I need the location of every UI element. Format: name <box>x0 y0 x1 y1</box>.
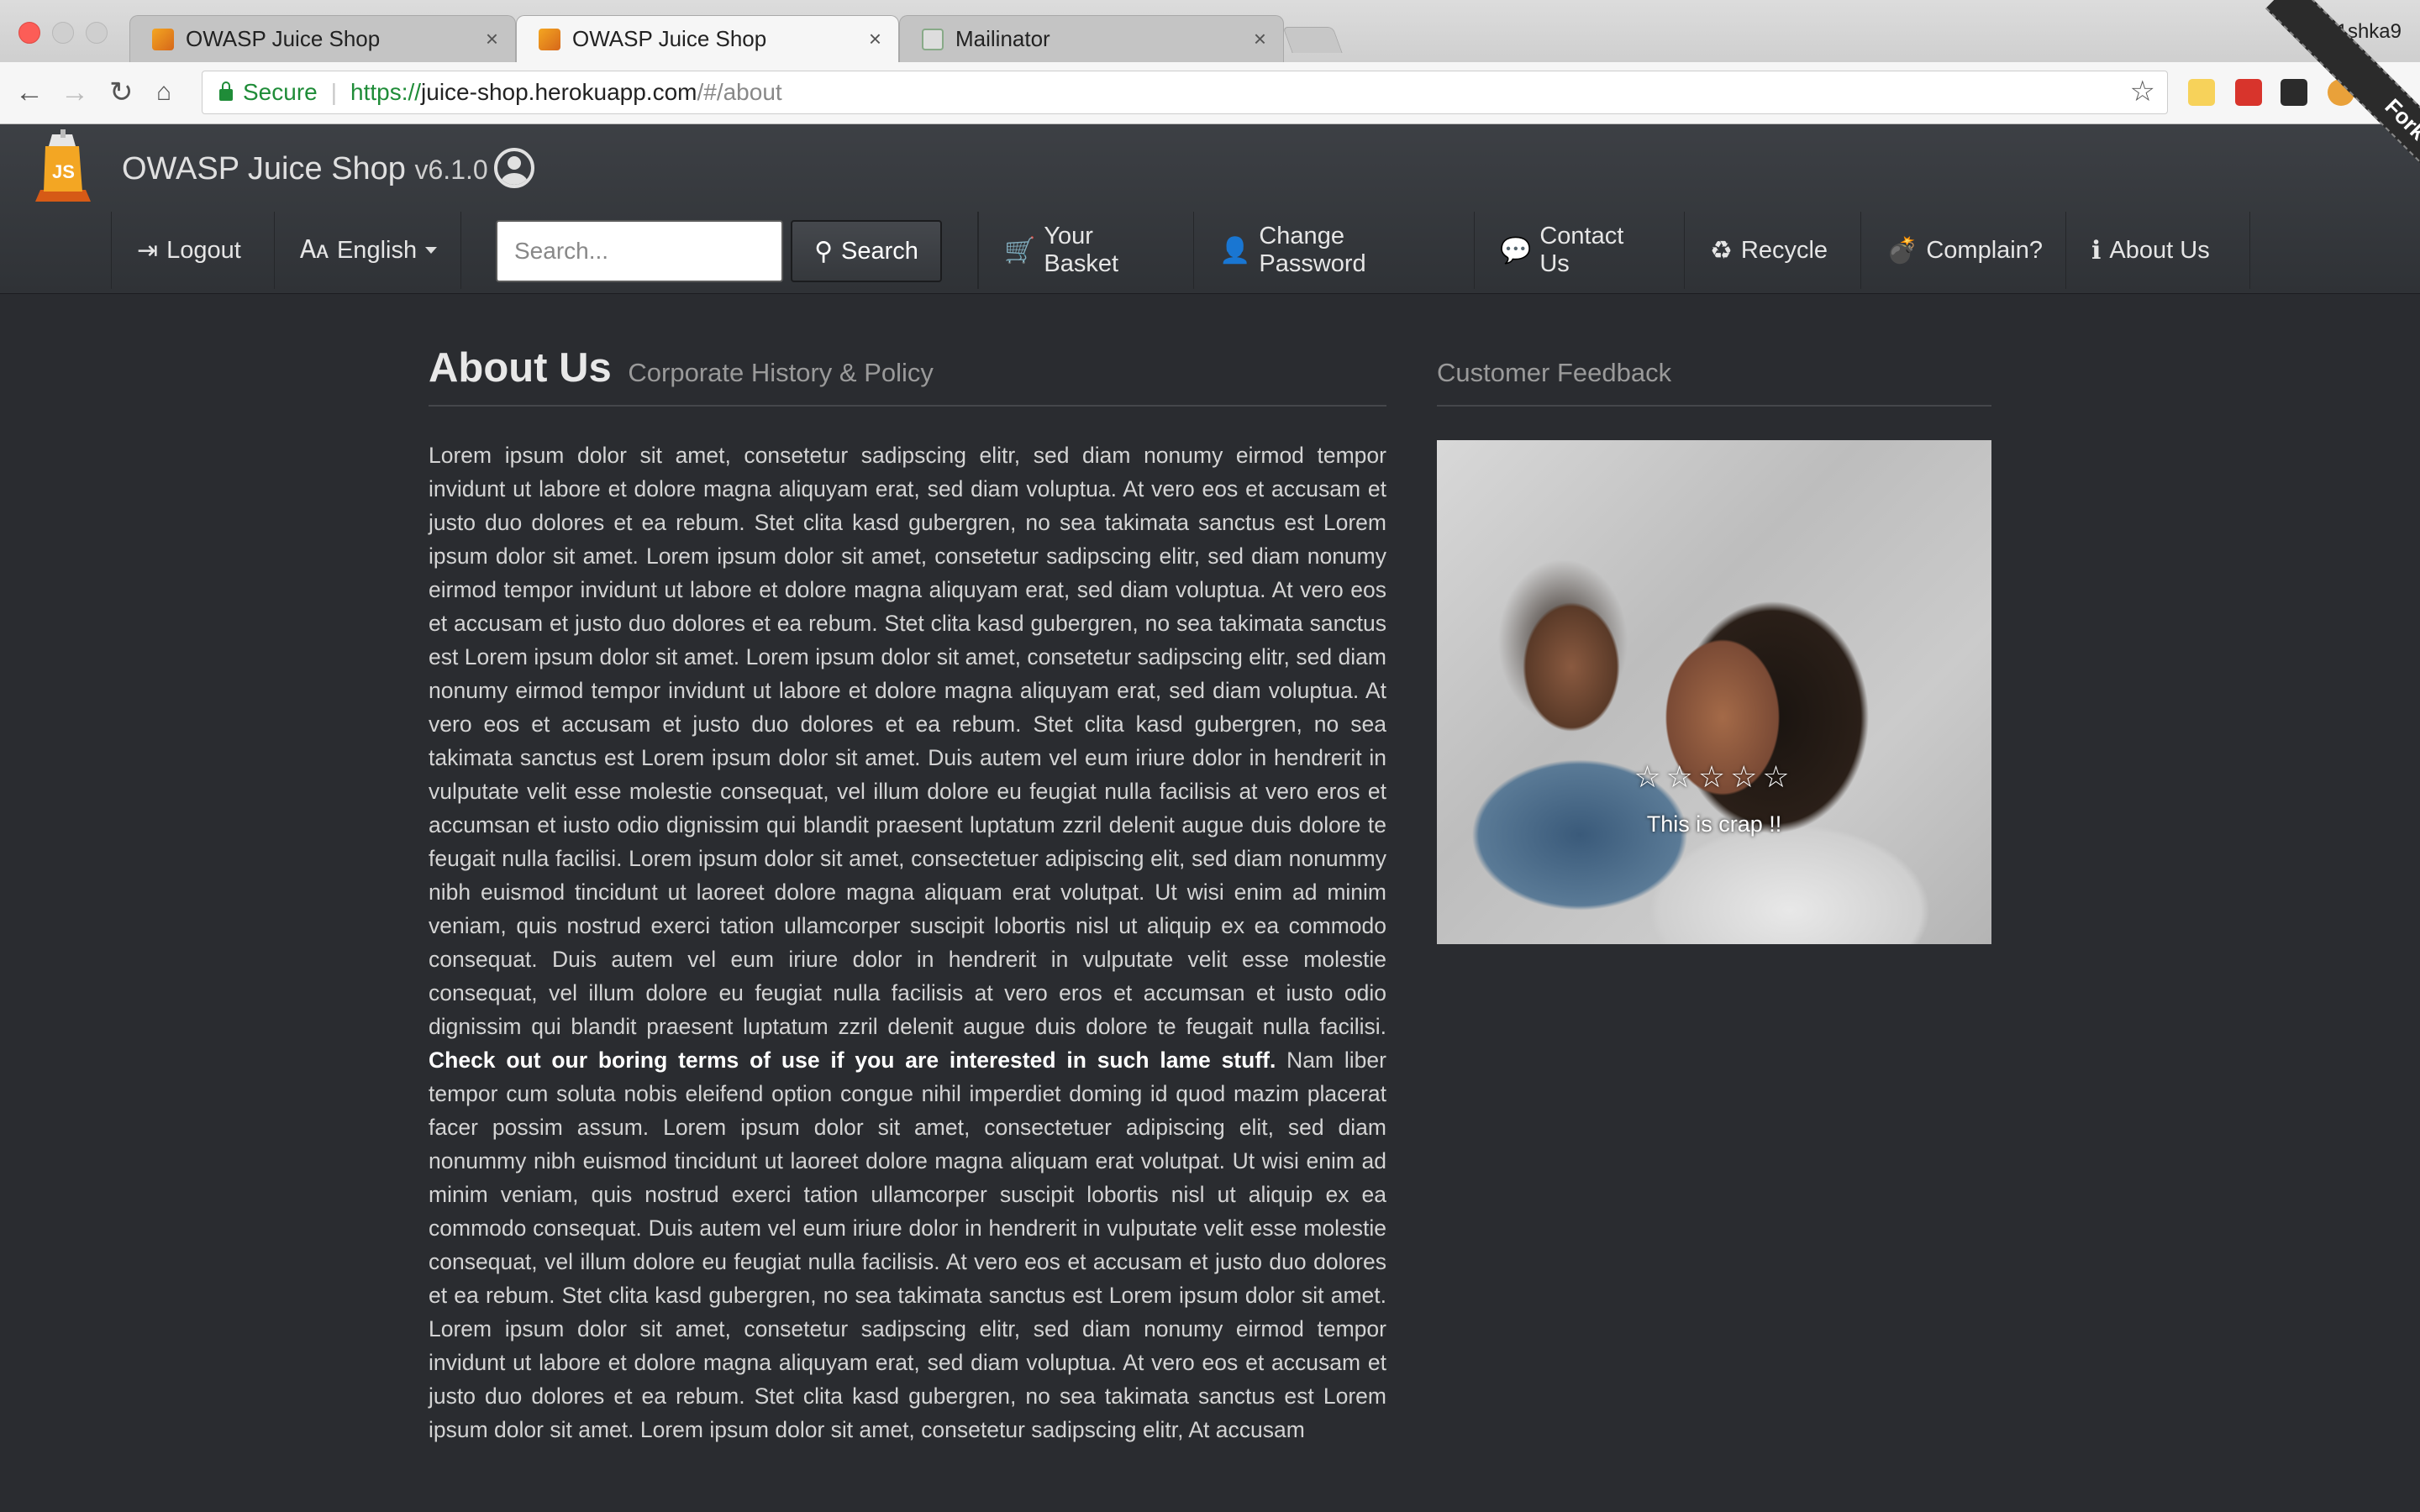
customer-feedback-title: Customer Feedback <box>1437 358 1672 387</box>
builtwith-extension-icon[interactable] <box>2281 79 2307 106</box>
about-us-link[interactable]: ℹ About Us <box>2065 212 2250 289</box>
url-separator: | <box>330 79 337 105</box>
page-title-text: About Us <box>429 345 612 391</box>
rating-stars-icon: ☆☆☆☆☆ <box>1634 759 1795 794</box>
back-arrow-icon[interactable]: ← <box>15 76 44 109</box>
logout-button[interactable]: ⇥ Logout <box>111 212 274 289</box>
about-paragraph: Lorem ipsum dolor sit amet, consetetur s… <box>429 438 1386 1446</box>
logout-label: Logout <box>166 236 241 264</box>
close-tab-icon[interactable]: × <box>1254 26 1266 52</box>
brand-name: OWASP Juice Shop <box>122 151 406 186</box>
new-tab-button[interactable] <box>1282 27 1343 53</box>
url-scheme: https:// <box>350 79 422 105</box>
divider <box>1437 405 1991 407</box>
address-bar[interactable]: Secure | https:// juice-shop.herokuapp.c… <box>202 71 2168 114</box>
paragraph-text: Lorem ipsum dolor sit amet, consetetur s… <box>429 443 1386 1039</box>
home-icon[interactable]: ⌂ <box>156 76 171 109</box>
browser-tab-3[interactable]: Mailinator × <box>899 15 1284 62</box>
complain-link[interactable]: 💣 Complain? <box>1860 212 2065 289</box>
close-window-button[interactable] <box>18 22 40 44</box>
close-tab-icon[interactable]: × <box>486 26 498 52</box>
bomb-icon: 💣 <box>1886 236 1918 265</box>
language-dropdown[interactable]: 🗛 English <box>274 212 460 289</box>
bookmark-star-icon[interactable]: ☆ <box>2130 75 2155 108</box>
about-label: About Us <box>2109 236 2210 264</box>
caret-down-icon <box>425 247 438 254</box>
feedback-carousel-slide[interactable]: ☆☆☆☆☆ This is crap !! <box>1437 440 1991 944</box>
divider <box>429 405 1386 407</box>
sign-out-icon: ⇥ <box>137 236 159 265</box>
change-password-label: Change Password <box>1259 223 1366 277</box>
browser-toolbar: ← → ↻ ⌂ Secure | https:// juice-shop.her… <box>0 62 2420 124</box>
recycle-link[interactable]: ♻ Recycle <box>1684 212 1860 289</box>
speech-bubble-icon: 💬 <box>1500 236 1532 265</box>
info-circle-icon: ℹ <box>2091 236 2102 265</box>
contact-label: Contact Us <box>1539 223 1624 277</box>
language-icon: 🗛 <box>300 236 329 264</box>
close-tab-icon[interactable]: × <box>869 26 881 52</box>
reload-icon[interactable]: ↻ <box>109 76 134 109</box>
svg-text:JS: JS <box>52 161 75 182</box>
complain-label: Complain? <box>1926 236 2043 264</box>
zoom-window-button[interactable] <box>86 22 108 44</box>
lock-icon <box>219 81 233 101</box>
terms-of-use-link[interactable]: Check out our boring terms of use if you… <box>429 1047 1276 1073</box>
url-path: /#/about <box>697 79 782 105</box>
page-subtitle: Corporate History & Policy <box>628 358 934 387</box>
browser-tab-1[interactable]: OWASP Juice Shop × <box>129 15 516 62</box>
your-basket-link[interactable]: 🛒 Your Basket <box>978 212 1193 289</box>
brand-title[interactable]: OWASP Juice Shop v6.1.0 <box>122 151 488 187</box>
browser-tab-2[interactable]: OWASP Juice Shop × <box>516 15 899 62</box>
notes-extension-icon[interactable] <box>2188 79 2215 106</box>
user-profile-icon[interactable] <box>494 148 534 188</box>
user-secret-icon: 👤 <box>1219 236 1251 265</box>
search-button[interactable]: ⚲ Search <box>791 220 942 282</box>
shopping-cart-icon: 🛒 <box>1004 236 1036 265</box>
feedback-comment: This is crap !! <box>1646 811 1782 837</box>
search-button-label: Search <box>841 237 918 265</box>
tab-title: Mailinator <box>955 26 1050 51</box>
app-navbar: JS OWASP Juice Shop v6.1.0 ⇥ Logout 🗛 En… <box>0 124 2420 294</box>
brand-version: v6.1.0 <box>414 155 488 185</box>
juice-shop-favicon-icon <box>539 28 560 50</box>
page-title: About Us Corporate History & Policy <box>429 344 934 391</box>
juice-shop-logo-icon[interactable]: JS <box>27 129 99 208</box>
search-icon: ⚲ <box>814 237 834 265</box>
browser-tab-strip: OWASP Juice Shop × OWASP Juice Shop × Ma… <box>0 0 2420 62</box>
search-input[interactable] <box>496 220 783 282</box>
url-host: juice-shop.herokuapp.com <box>421 79 697 105</box>
tab-title: OWASP Juice Shop <box>186 26 381 51</box>
juice-shop-favicon-icon <box>152 28 174 50</box>
contact-us-link[interactable]: 💬 Contact Us <box>1474 212 1684 289</box>
secure-label: Secure <box>243 79 318 105</box>
recycle-label: Recycle <box>1740 236 1828 264</box>
forward-arrow-icon[interactable]: → <box>60 76 89 109</box>
language-label: English <box>336 236 418 264</box>
paragraph-text: Nam liber tempor cum soluta nobis eleife… <box>429 1047 1386 1442</box>
recycle-icon: ♻ <box>1710 236 1733 265</box>
mailinator-favicon-icon <box>922 28 944 50</box>
change-password-link[interactable]: 👤 Change Password <box>1193 212 1474 289</box>
lastpass-extension-icon[interactable] <box>2235 79 2262 106</box>
tab-title: OWASP Juice Shop <box>572 26 767 51</box>
minimize-window-button[interactable] <box>52 22 74 44</box>
basket-label: Your Basket <box>1044 223 1119 277</box>
